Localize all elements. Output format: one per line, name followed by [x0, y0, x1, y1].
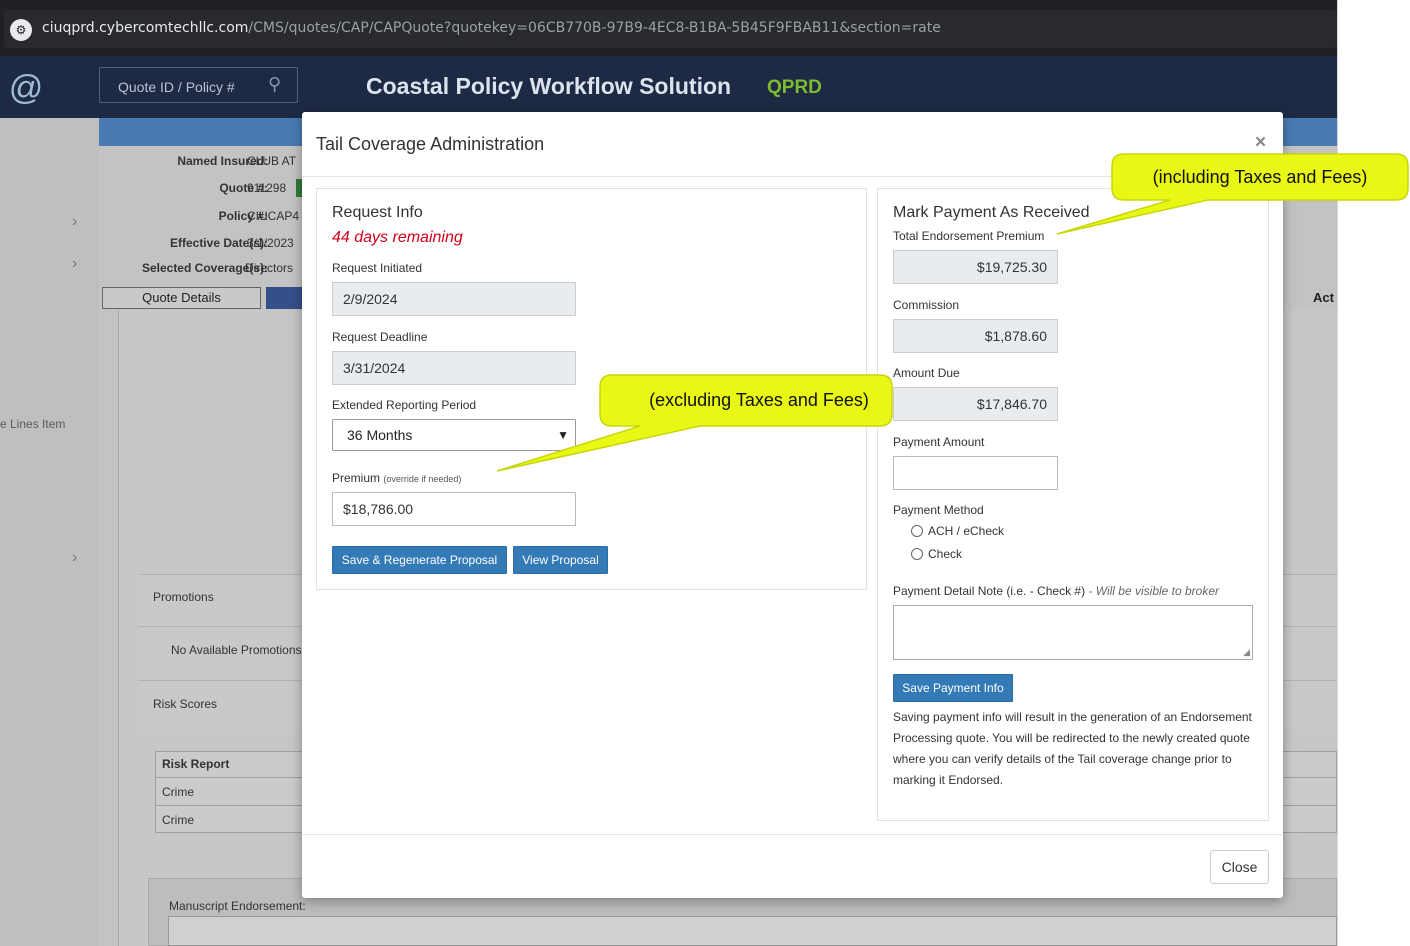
request-info-panel: Request Info 44 days remaining Request I… [316, 188, 867, 590]
save-regenerate-proposal-button[interactable]: Save & Regenerate Proposal [332, 546, 507, 574]
premium-label-text: Premium [332, 471, 381, 485]
request-deadline-field: 3/31/2024 [332, 351, 576, 385]
tab-quote-details[interactable]: Quote Details [102, 287, 261, 309]
commission-field: $1,878.60 [893, 319, 1058, 353]
chevron-right-icon[interactable]: › [72, 549, 77, 567]
app-title: Coastal Policy Workflow Solution [366, 73, 732, 99]
payment-amount-label: Payment Amount [893, 435, 985, 449]
request-initiated-label: Request Initiated [332, 261, 423, 275]
payment-amount-input[interactable] [893, 456, 1058, 490]
chevron-right-icon[interactable]: › [72, 255, 77, 273]
risk-table-row: Crime [162, 813, 194, 827]
site-info-icon[interactable]: ⚙ [10, 19, 32, 41]
close-button[interactable]: Close [1210, 850, 1269, 884]
url-text[interactable]: ciuqprd.cybercomtechllc.com/CMS/quotes/C… [42, 20, 941, 36]
close-icon[interactable]: × [1255, 133, 1266, 153]
divider [302, 834, 1283, 835]
promotions-label: Promotions [153, 590, 214, 604]
request-deadline-label: Request Deadline [332, 330, 428, 344]
callout-excluding-text: (excluding Taxes and Fees) [649, 390, 869, 410]
radio-button[interactable] [911, 525, 923, 537]
payment-help-text: Saving payment info will result in the g… [893, 710, 1252, 787]
commission-label: Commission [893, 298, 960, 312]
chevron-down-icon: ▼ [557, 428, 569, 442]
premium-input[interactable] [332, 492, 576, 526]
tab-active[interactable] [266, 287, 306, 309]
ach-label: ACH / eCheck [928, 524, 1005, 538]
risk-scores-label: Risk Scores [153, 697, 218, 711]
selected-period: 36 Months [347, 427, 413, 443]
risk-table-row: Crime [162, 785, 194, 799]
extended-reporting-period-select[interactable]: 36 Months ▼ [332, 419, 576, 451]
right-gutter [1337, 0, 1410, 946]
total-endorsement-premium-field: $19,725.30 [893, 250, 1058, 284]
manuscript-input[interactable] [168, 916, 1337, 946]
quote-search-input[interactable]: Quote ID / Policy # ⚲ [99, 67, 298, 103]
resize-grip-icon[interactable]: ◢ [1243, 647, 1250, 658]
payment-title: Mark Payment As Received [893, 204, 1090, 221]
modal-title: Tail Coverage Administration [316, 134, 545, 154]
amount-due-label: Amount Due [893, 366, 960, 380]
chevron-right-icon[interactable]: › [72, 213, 77, 231]
payment-note-textarea[interactable]: ◢ [893, 605, 1253, 660]
search-icon[interactable]: ⚲ [268, 74, 281, 95]
payment-note-hint: - Will be visible to broker [1088, 584, 1220, 598]
payment-method-ach[interactable]: ACH / eCheck [911, 524, 1004, 538]
payment-note-label-text: Payment Detail Note (i.e. - Check #) [893, 584, 1086, 598]
named-insured-value: CLUB AT [247, 154, 297, 168]
effective-date-value: 3/1/2023 [247, 236, 294, 250]
quote-search-placeholder: Quote ID / Policy # [118, 79, 235, 95]
left-rail-item[interactable]: e Lines Item [0, 417, 65, 431]
risk-table-header: Risk Report [162, 757, 230, 771]
policy-number-value: CIUCAP4 [247, 209, 300, 223]
view-proposal-button[interactable]: View Proposal [513, 546, 608, 574]
radio-button[interactable] [911, 548, 923, 560]
payment-method-label: Payment Method [893, 503, 984, 517]
payment-method-check[interactable]: Check [911, 547, 962, 561]
nautilus-logo-icon[interactable]: @ [6, 66, 46, 110]
environment-badge: QPRD [767, 77, 822, 98]
days-remaining: 44 days remaining [332, 229, 463, 246]
callout-including-text: (including Taxes and Fees) [1152, 167, 1368, 187]
total-endorsement-premium-label: Total Endorsement Premium [893, 229, 1045, 243]
save-payment-info-button[interactable]: Save Payment Info [893, 674, 1013, 702]
selected-coverage-value: Directors [245, 261, 294, 275]
screen: ⚙ ciuqprd.cybercomtechllc.com/CMS/quotes… [0, 0, 1410, 946]
check-label: Check [928, 547, 963, 561]
manuscript-label: Manuscript Endorsement: [169, 899, 306, 913]
url-path: /CMS/quotes/CAP/CAPQuote?quotekey=06CB77… [248, 20, 941, 36]
premium-hint: (override if needed) [383, 474, 462, 484]
request-info-title: Request Info [332, 204, 423, 221]
url-host: ciuqprd.cybercomtechllc.com [42, 20, 249, 36]
browser-bar: ⚙ ciuqprd.cybercomtechllc.com/CMS/quotes… [0, 0, 1337, 56]
tab-actions[interactable]: Act [1313, 290, 1334, 305]
quote-number-value: 911298 [247, 181, 287, 195]
premium-label: Premium (override if needed) [332, 471, 461, 485]
request-initiated-field: 2/9/2024 [332, 282, 576, 316]
payment-note-label: Payment Detail Note (i.e. - Check #) - W… [893, 584, 1219, 598]
tail-coverage-modal: Tail Coverage Administration × Request I… [302, 112, 1283, 898]
payment-panel: Mark Payment As Received Total Endorseme… [877, 188, 1269, 821]
no-promotions-text: No Available Promotions [171, 643, 302, 657]
left-rail: › › e Lines Item › [0, 118, 99, 946]
extended-reporting-period-label: Extended Reporting Period [332, 398, 477, 412]
